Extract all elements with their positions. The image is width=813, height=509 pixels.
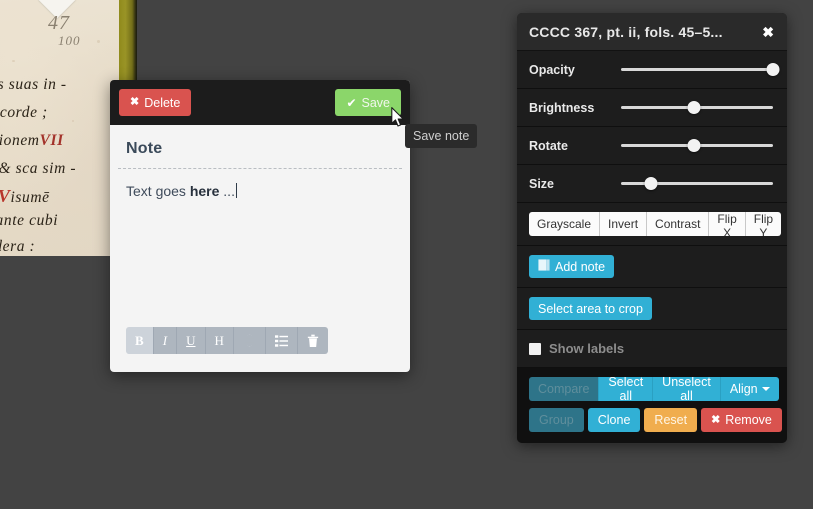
note-text-before: Text goes [126, 183, 190, 199]
filter-flipx-button[interactable]: Flip X [709, 212, 746, 236]
note-title: Note [126, 140, 163, 157]
add-note-button[interactable]: Add note [529, 255, 615, 278]
image-control-panel: CCCC 367, pt. ii, fols. 45–5... ✖ Opacit… [517, 13, 787, 443]
show-labels-checkbox[interactable] [529, 342, 541, 355]
clone-button[interactable]: Clone [587, 408, 641, 432]
close-icon[interactable]: ✖ [762, 25, 774, 39]
group-button[interactable]: Group [529, 408, 584, 432]
panel-title: CCCC 367, pt. ii, fols. 45–5... [529, 23, 723, 40]
save-note-tooltip: Save note [405, 124, 478, 148]
link-globe-icon[interactable] [233, 327, 266, 354]
manuscript-line: atq; Visumē [0, 186, 50, 206]
panel-title-bar[interactable]: CCCC 367, pt. ii, fols. 45–5... ✖ [517, 13, 787, 51]
slider-knob[interactable] [766, 63, 780, 76]
filter-buttons-row: Grayscale Invert Contrast Flip X Flip Y [517, 203, 787, 246]
note-editor-popup: ✖ Delete ✔ Save Note Text goes here ... … [110, 80, 410, 372]
manuscript-line: irtis & sca sim - [0, 160, 77, 177]
heading-button[interactable]: H [205, 327, 234, 354]
add-note-label: Add note [555, 259, 606, 274]
slider-knob[interactable] [687, 101, 701, 114]
trash-icon[interactable] [297, 327, 328, 354]
slider-knob[interactable] [644, 177, 658, 190]
slider-row-opacity: Opacity [517, 51, 787, 89]
manuscript-line: ā uisionemVII [0, 132, 64, 149]
text-cursor [235, 183, 237, 198]
filter-button-group: Grayscale Invert Contrast Flip X Flip Y [529, 212, 782, 236]
note-text-after: ... [219, 183, 235, 199]
app-canvas: 47 100 uccas suas in - recu corde ; ā ui… [0, 0, 813, 509]
slider-row-size: Size [517, 165, 787, 203]
list-icon[interactable] [265, 327, 298, 354]
rotate-slider[interactable] [621, 138, 773, 154]
compare-button[interactable]: Compare [529, 377, 600, 401]
opacity-slider[interactable] [621, 62, 780, 78]
folio-number: 47 [48, 12, 70, 34]
add-note-row: Add note [517, 246, 787, 288]
note-format-toolbar: B I U H [126, 327, 328, 354]
select-crop-row: Select area to crop [517, 288, 787, 330]
slider-label-size: Size [529, 176, 555, 191]
italic-button[interactable]: I [153, 327, 178, 354]
slider-track [621, 182, 773, 185]
manuscript-line: uccas suas in - [0, 76, 67, 93]
brightness-slider[interactable] [621, 100, 773, 116]
check-icon: ✔ [346, 95, 357, 110]
note-text-bold: here [189, 183, 220, 199]
folio-subnumber: 100 [58, 33, 81, 48]
note-icon [538, 259, 550, 274]
filter-invert-button[interactable]: Invert [600, 212, 648, 236]
save-note-button[interactable]: ✔ Save [335, 89, 401, 116]
note-footer-space [110, 354, 410, 372]
slider-row-brightness: Brightness [517, 89, 787, 127]
bold-button[interactable]: B [126, 327, 154, 354]
close-icon: ✖ [130, 96, 140, 108]
save-note-label: Save [361, 95, 391, 110]
slider-label-rotate: Rotate [529, 138, 568, 153]
align-dropdown-button[interactable]: Align [720, 377, 779, 401]
filter-contrast-button[interactable]: Contrast [647, 212, 710, 236]
filter-grayscale-button[interactable]: Grayscale [529, 212, 601, 236]
note-text-area[interactable]: Text goes here ... [110, 169, 410, 313]
manuscript-line: uod ante cubi [0, 212, 59, 229]
underline-button[interactable]: U [177, 327, 206, 354]
panel-bottom-toolbar: Compare Select all Unselect all Align Gr… [517, 368, 787, 443]
slider-track [621, 68, 773, 71]
delete-note-label: Delete [144, 95, 181, 110]
manuscript-line: adsidera : [0, 238, 36, 255]
object-action-buttons: Group Clone Reset ✖ Remove [529, 408, 782, 432]
slider-row-rotate: Rotate [517, 127, 787, 165]
show-labels-row[interactable]: Show labels [517, 330, 787, 368]
unselect-all-button[interactable]: Unselect all [653, 377, 721, 401]
select-all-button[interactable]: Select all [599, 377, 654, 401]
remove-label: Remove [725, 413, 772, 427]
chevron-down-icon [761, 387, 770, 391]
size-slider[interactable] [621, 176, 773, 192]
show-labels-label: Show labels [549, 341, 625, 356]
select-area-to-crop-button[interactable]: Select area to crop [529, 297, 652, 320]
selection-button-group: Compare Select all Unselect all Align [529, 377, 779, 401]
reset-button[interactable]: Reset [644, 408, 698, 432]
slider-label-brightness: Brightness [529, 100, 595, 115]
align-label: Align [729, 382, 758, 396]
slider-label-opacity: Opacity [529, 62, 575, 77]
remove-button[interactable]: ✖ Remove [701, 408, 782, 432]
slider-knob[interactable] [687, 139, 701, 152]
manuscript-line: recu corde ; [0, 104, 48, 121]
note-editor-header: ✖ Delete ✔ Save [110, 80, 410, 125]
delete-note-button[interactable]: ✖ Delete [119, 89, 192, 116]
filter-flipy-button[interactable]: Flip Y [745, 212, 782, 236]
close-icon: ✖ [711, 413, 721, 426]
